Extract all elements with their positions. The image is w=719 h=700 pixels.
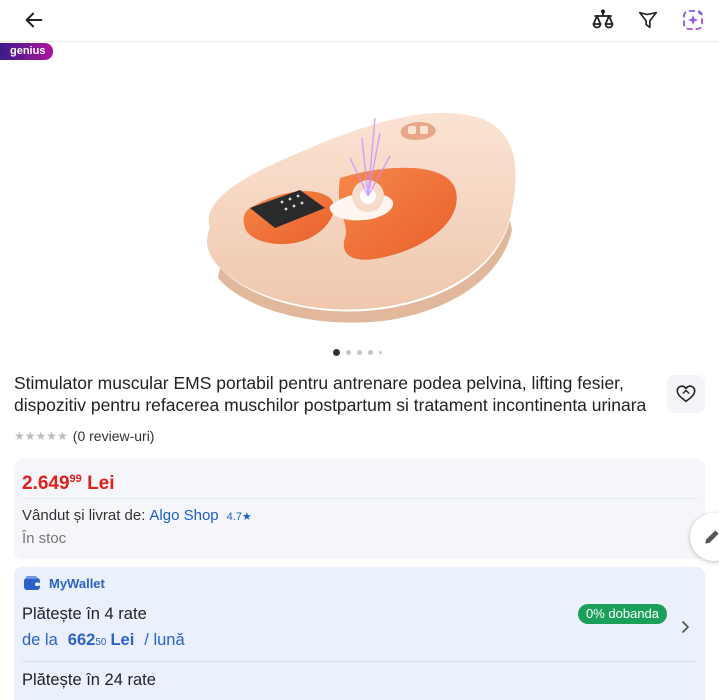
- seller-row: Vândut și livrat de: Algo Shop 4.7★: [22, 507, 252, 524]
- compare-scale-icon: [592, 9, 614, 29]
- compare-button[interactable]: [589, 6, 617, 34]
- amount-whole: 662: [67, 631, 96, 649]
- price: 2.64999 Lei: [22, 467, 115, 496]
- ai-sparkle-icon: [683, 10, 703, 30]
- arrow-left-icon: [25, 12, 43, 28]
- carousel-dot[interactable]: [346, 350, 351, 355]
- plan-details-button[interactable]: [677, 619, 693, 635]
- installment-plan-24-title: Plătește în 24 rate: [22, 671, 156, 689]
- wallet-icon: [24, 576, 40, 590]
- price-currency: Lei: [87, 473, 115, 494]
- rating-stars: ★★★★★: [14, 429, 68, 443]
- amount-currency: Lei: [110, 631, 135, 649]
- product-image[interactable]: [190, 78, 530, 328]
- favorite-button[interactable]: [667, 375, 705, 413]
- installment-plan-4-title: Plătește în 4 rate: [22, 605, 147, 623]
- chevron-right-icon: [682, 621, 689, 633]
- seller-label: Vândut și livrat de:: [22, 507, 146, 524]
- stock-status: În stoc: [22, 530, 67, 547]
- seller-rating: 4.7★: [226, 511, 252, 523]
- carousel-dot[interactable]: [368, 350, 373, 355]
- image-carousel-dots[interactable]: [333, 349, 382, 356]
- rating-row[interactable]: ★★★★★ (0 review-uri): [14, 428, 154, 444]
- product-photo: [207, 112, 516, 323]
- top-app-bar: [0, 0, 719, 42]
- divider: [22, 498, 697, 499]
- price-card: 2.64999 Lei Vândut și livrat de: Algo Sh…: [14, 459, 705, 559]
- back-button[interactable]: [20, 6, 48, 34]
- amount-period: / lună: [144, 631, 185, 649]
- carousel-dot[interactable]: [357, 350, 362, 355]
- wallet-title: MyWallet: [49, 575, 105, 591]
- filter-button[interactable]: [634, 6, 662, 34]
- ai-assistant-button[interactable]: [679, 6, 707, 34]
- carousel-dot[interactable]: [379, 351, 382, 354]
- heart-icon: [676, 385, 696, 403]
- filter-icon: [638, 11, 658, 29]
- pencil-icon: [705, 530, 719, 544]
- price-decimals: 99: [69, 473, 82, 485]
- genius-badge: genius: [0, 43, 54, 60]
- wallet-header: MyWallet: [23, 575, 105, 591]
- amount-decimals: 50: [95, 637, 107, 648]
- installment-plan-4-amount: de la 662 50 Lei / lună: [22, 631, 185, 650]
- seller-link[interactable]: Algo Shop: [149, 507, 218, 524]
- interest-badge: 0% dobanda: [578, 604, 668, 624]
- mywallet-card[interactable]: MyWallet Plătește în 4 rate de la 662 50 …: [14, 567, 705, 700]
- review-count[interactable]: (0 review-uri): [73, 428, 155, 444]
- amount-prefix: de la: [22, 631, 58, 649]
- price-whole: 2.649: [22, 473, 70, 494]
- product-title: Stimulator muscular EMS portabil pentru …: [14, 373, 647, 415]
- divider: [22, 661, 697, 662]
- carousel-dot[interactable]: [333, 349, 340, 356]
